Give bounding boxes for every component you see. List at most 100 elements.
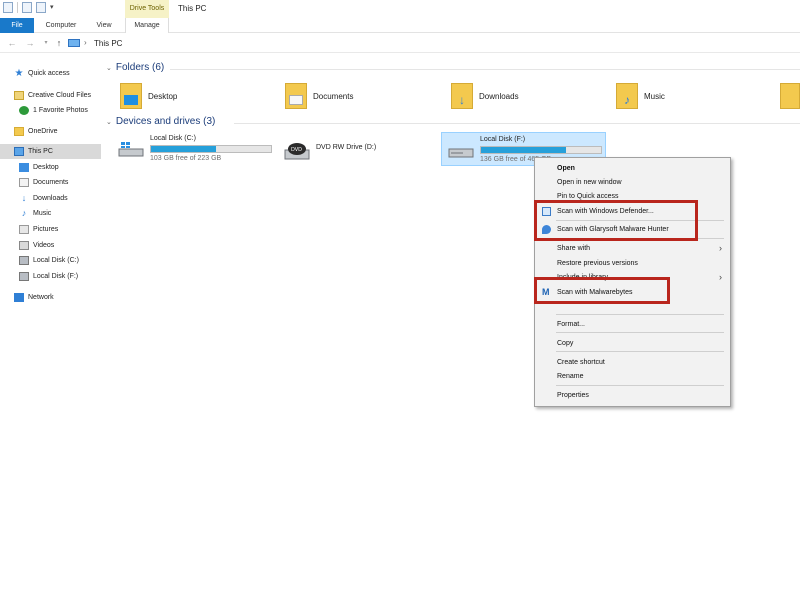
nav-item-music[interactable]: ♪ Music: [0, 206, 101, 221]
folder-label: Documents: [313, 91, 354, 101]
tab-file[interactable]: File: [0, 18, 34, 33]
properties-icon[interactable]: [22, 2, 32, 13]
menu-item-rename[interactable]: Rename: [536, 369, 729, 384]
breadcrumb-chevron-icon[interactable]: ›: [84, 38, 87, 47]
nav-item-favorite-photos[interactable]: 1 Favorite Photos: [0, 103, 101, 118]
new-folder-icon[interactable]: [36, 2, 46, 13]
nav-item-local-disk-f[interactable]: Local Disk (F:): [0, 269, 101, 284]
menu-separator: [556, 332, 724, 333]
nav-item-desktop[interactable]: Desktop: [0, 160, 101, 175]
collapse-chevron-icon[interactable]: ⌄: [106, 118, 112, 126]
creative-cloud-icon: [14, 91, 24, 100]
drive-item-dvd-rw[interactable]: DVD DVD RW Drive (D:): [278, 132, 438, 166]
quick-access-toolbar: ▾: [3, 2, 58, 13]
videos-icon: [19, 241, 29, 250]
menu-separator: [556, 314, 724, 315]
recent-locations-chevron-icon[interactable]: ▾: [41, 38, 51, 48]
submenu-arrow-icon: ›: [719, 243, 722, 253]
nav-item-local-disk-c[interactable]: Local Disk (C:): [0, 253, 101, 268]
navigation-pane: ★ Quick access Creative Cloud Files 1 Fa…: [0, 54, 104, 600]
folders-group-header[interactable]: ⌄ Folders (6): [106, 62, 164, 73]
folder-item-music[interactable]: ♪ Music: [616, 81, 665, 111]
nav-item-label: This PC: [28, 148, 53, 155]
documents-icon: [19, 178, 29, 187]
menu-separator: [556, 351, 724, 352]
address-bar: ← → ▾ ↑ › This PC: [0, 34, 800, 53]
menu-item-properties[interactable]: Properties: [536, 388, 729, 403]
downloads-badge: ↓: [459, 93, 465, 107]
menu-item-share-with[interactable]: Share with ›: [536, 241, 729, 256]
drive-item-local-disk-c[interactable]: Local Disk (C:) 103 GB free of 223 GB: [112, 132, 277, 166]
drive-name: Local Disk (F:): [480, 136, 526, 143]
nav-item-label: Documents: [33, 179, 69, 186]
folder-item-documents[interactable]: Documents: [285, 81, 353, 111]
folder-item-pictures-partial[interactable]: [780, 81, 800, 111]
tab-view[interactable]: View: [90, 18, 118, 33]
group-divider: [234, 123, 800, 124]
folder-label: Desktop: [148, 91, 178, 101]
nav-item-onedrive[interactable]: OneDrive: [0, 124, 101, 139]
collapse-chevron-icon[interactable]: ⌄: [106, 64, 112, 72]
computer-icon: [68, 39, 80, 47]
nav-item-label: 1 Favorite Photos: [33, 107, 88, 114]
disk-icon: [19, 256, 29, 265]
nav-item-downloads[interactable]: ↓ Downloads: [0, 191, 101, 206]
menu-item-open-new-window[interactable]: Open in new window: [536, 175, 729, 190]
back-arrow-icon[interactable]: ←: [7, 38, 17, 48]
menu-item-restore-previous[interactable]: Restore previous versions: [536, 256, 729, 271]
folder-label: Downloads: [479, 91, 519, 101]
drive-tools-context-tab: Drive Tools: [125, 0, 169, 18]
nav-item-videos[interactable]: Videos: [0, 238, 101, 253]
drive-name: DVD RW Drive (D:): [316, 144, 377, 151]
desktop-icon: [19, 163, 29, 172]
nav-item-label: Network: [28, 294, 54, 301]
star-icon: ★: [14, 68, 24, 79]
tab-manage[interactable]: Manage: [125, 18, 169, 33]
menu-item-create-shortcut[interactable]: Create shortcut: [536, 355, 729, 370]
music-icon: ♪: [21, 208, 27, 218]
folder-item-desktop[interactable]: Desktop: [120, 81, 177, 111]
customize-dropdown-icon[interactable]: ▾: [50, 3, 58, 13]
folder-item-downloads[interactable]: ↓ Downloads: [451, 81, 519, 111]
pictures-folder-icon: [780, 83, 800, 109]
menu-item-copy[interactable]: Copy: [536, 336, 729, 351]
menu-item-format[interactable]: Format...: [536, 317, 729, 332]
documents-badge: [289, 95, 303, 105]
folder-icon: [14, 127, 24, 136]
nav-item-label: Downloads: [33, 195, 68, 202]
computer-icon: [14, 147, 24, 156]
favorite-photos-icon: [19, 106, 29, 115]
tab-computer[interactable]: Computer: [40, 18, 82, 33]
nav-item-documents[interactable]: Documents: [0, 175, 101, 190]
drive-usage-bar: [480, 146, 602, 154]
up-arrow-icon[interactable]: ↑: [54, 38, 64, 48]
nav-item-creative-cloud[interactable]: Creative Cloud Files: [0, 88, 101, 103]
drives-group-header[interactable]: ⌄ Devices and drives (3): [106, 116, 215, 127]
drive-usage-fill: [481, 147, 567, 153]
breadcrumb-this-pc[interactable]: This PC: [94, 39, 122, 48]
windows-disk-icon: [118, 141, 144, 157]
menu-item-open[interactable]: Open: [536, 161, 729, 176]
nav-item-this-pc[interactable]: This PC: [0, 144, 101, 159]
nav-item-label: Local Disk (C:): [33, 257, 79, 264]
drive-usage-fill: [151, 146, 216, 152]
disk-icon: [448, 142, 474, 158]
highlight-box-scanners: [534, 200, 698, 241]
nav-item-label: Desktop: [33, 164, 59, 171]
svg-text:DVD: DVD: [291, 147, 302, 153]
nav-item-label: Videos: [33, 242, 55, 249]
explorer-window: ▾ Drive Tools This PC File Computer View…: [0, 0, 800, 600]
nav-item-pictures[interactable]: Pictures: [0, 222, 101, 237]
submenu-arrow-icon: ›: [719, 272, 722, 282]
nav-item-label: Pictures: [33, 226, 59, 233]
documents-folder-icon: [285, 83, 307, 109]
nav-item-network[interactable]: Network: [0, 290, 101, 305]
drive-name: Local Disk (C:): [150, 135, 196, 142]
forward-arrow-icon[interactable]: →: [25, 38, 35, 48]
download-icon: ↓: [21, 193, 27, 203]
folder-label: Music: [644, 91, 665, 101]
nav-item-label: Local Disk (F:): [33, 273, 79, 280]
group-divider: [170, 69, 800, 70]
nav-item-quick-access[interactable]: ★ Quick access: [0, 66, 101, 81]
menu-separator: [556, 385, 724, 386]
